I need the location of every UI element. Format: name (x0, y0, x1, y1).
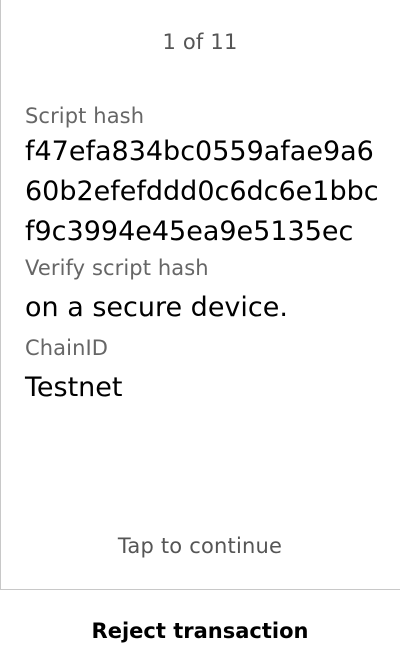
verify-script-hash-label: Verify script hash (25, 256, 209, 280)
transaction-details: Script hash f47efa834bc0559afae9a660b2ef… (25, 102, 385, 414)
verify-script-hash-value: on a secure device. (25, 292, 288, 323)
left-divider (0, 0, 1, 590)
reject-transaction-label: Reject transaction (91, 619, 309, 643)
script-hash-label: Script hash (25, 104, 145, 128)
reject-transaction-button[interactable]: Reject transaction (0, 590, 400, 672)
page-indicator: 1 of 11 (162, 30, 238, 54)
chain-id-value: Testnet (25, 372, 123, 403)
script-hash-value: f47efa834bc0559afae9a660b2efefddd0c6dc6e… (25, 136, 379, 247)
chain-id-label: ChainID (25, 336, 109, 360)
tap-to-continue-button[interactable]: Tap to continue (0, 534, 400, 558)
